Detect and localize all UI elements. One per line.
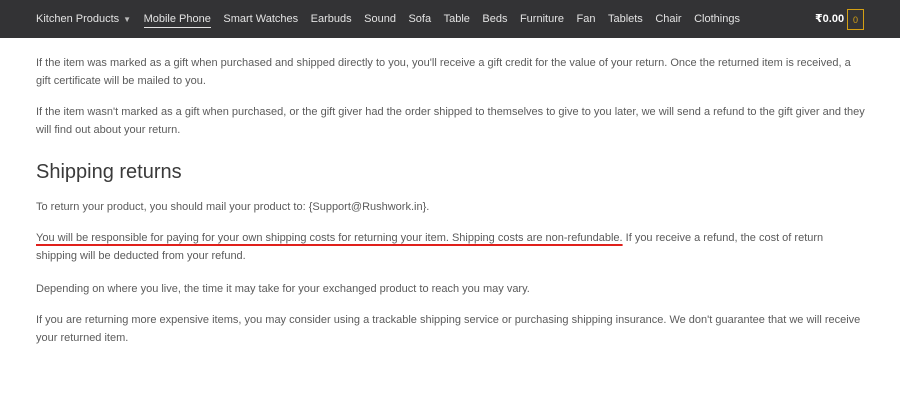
cart-total[interactable]: ₹0.00 xyxy=(815,12,844,25)
nav-item-label: Kitchen Products xyxy=(36,13,120,25)
nav-item-chair[interactable]: Chair xyxy=(655,13,681,25)
non-gift-return-paragraph: If the item wasn't marked as a gift when… xyxy=(36,106,865,136)
nav-item-smart-watches[interactable]: Smart Watches xyxy=(223,13,298,25)
chevron-down-icon: ▼ xyxy=(123,15,132,24)
nav-item-earbuds[interactable]: Earbuds xyxy=(311,13,352,25)
nav-item-table[interactable]: Table xyxy=(444,13,470,25)
nav-item-clothings[interactable]: Clothings xyxy=(694,13,740,25)
nav-item-furniture[interactable]: Furniture xyxy=(520,13,564,25)
shipping-returns-heading: Shipping returns xyxy=(36,161,182,183)
nav-item-tablets[interactable]: Tablets xyxy=(608,13,643,25)
nav-item-fan[interactable]: Fan xyxy=(576,13,595,25)
nav-item-sound[interactable]: Sound xyxy=(364,13,396,25)
mail-return-paragraph: To return your product, you should mail … xyxy=(36,201,430,213)
underlined-shipping-cost-text: You will be responsible for paying for y… xyxy=(36,232,623,244)
nav-item-beds[interactable]: Beds xyxy=(482,13,507,25)
page-content: If the item was marked as a gift when pu… xyxy=(36,38,866,347)
nav-item-mobile-phone[interactable]: Mobile Phone xyxy=(143,13,212,28)
shipping-cost-paragraph: You will be responsible for paying for y… xyxy=(36,229,866,265)
nav-item-sofa[interactable]: Sofa xyxy=(408,13,431,25)
nav-item-kitchen-products[interactable]: Kitchen Products ▼ xyxy=(36,13,131,25)
delivery-time-paragraph: Depending on where you live, the time it… xyxy=(36,283,530,295)
gift-return-paragraph: If the item was marked as a gift when pu… xyxy=(36,57,851,87)
cart-count: 0 xyxy=(852,14,858,25)
cart-icon[interactable]: 0 xyxy=(847,9,864,30)
top-navbar: Kitchen Products ▼ Mobile Phone Smart Wat… xyxy=(0,0,900,38)
expensive-items-paragraph: If you are returning more expensive item… xyxy=(36,314,861,344)
